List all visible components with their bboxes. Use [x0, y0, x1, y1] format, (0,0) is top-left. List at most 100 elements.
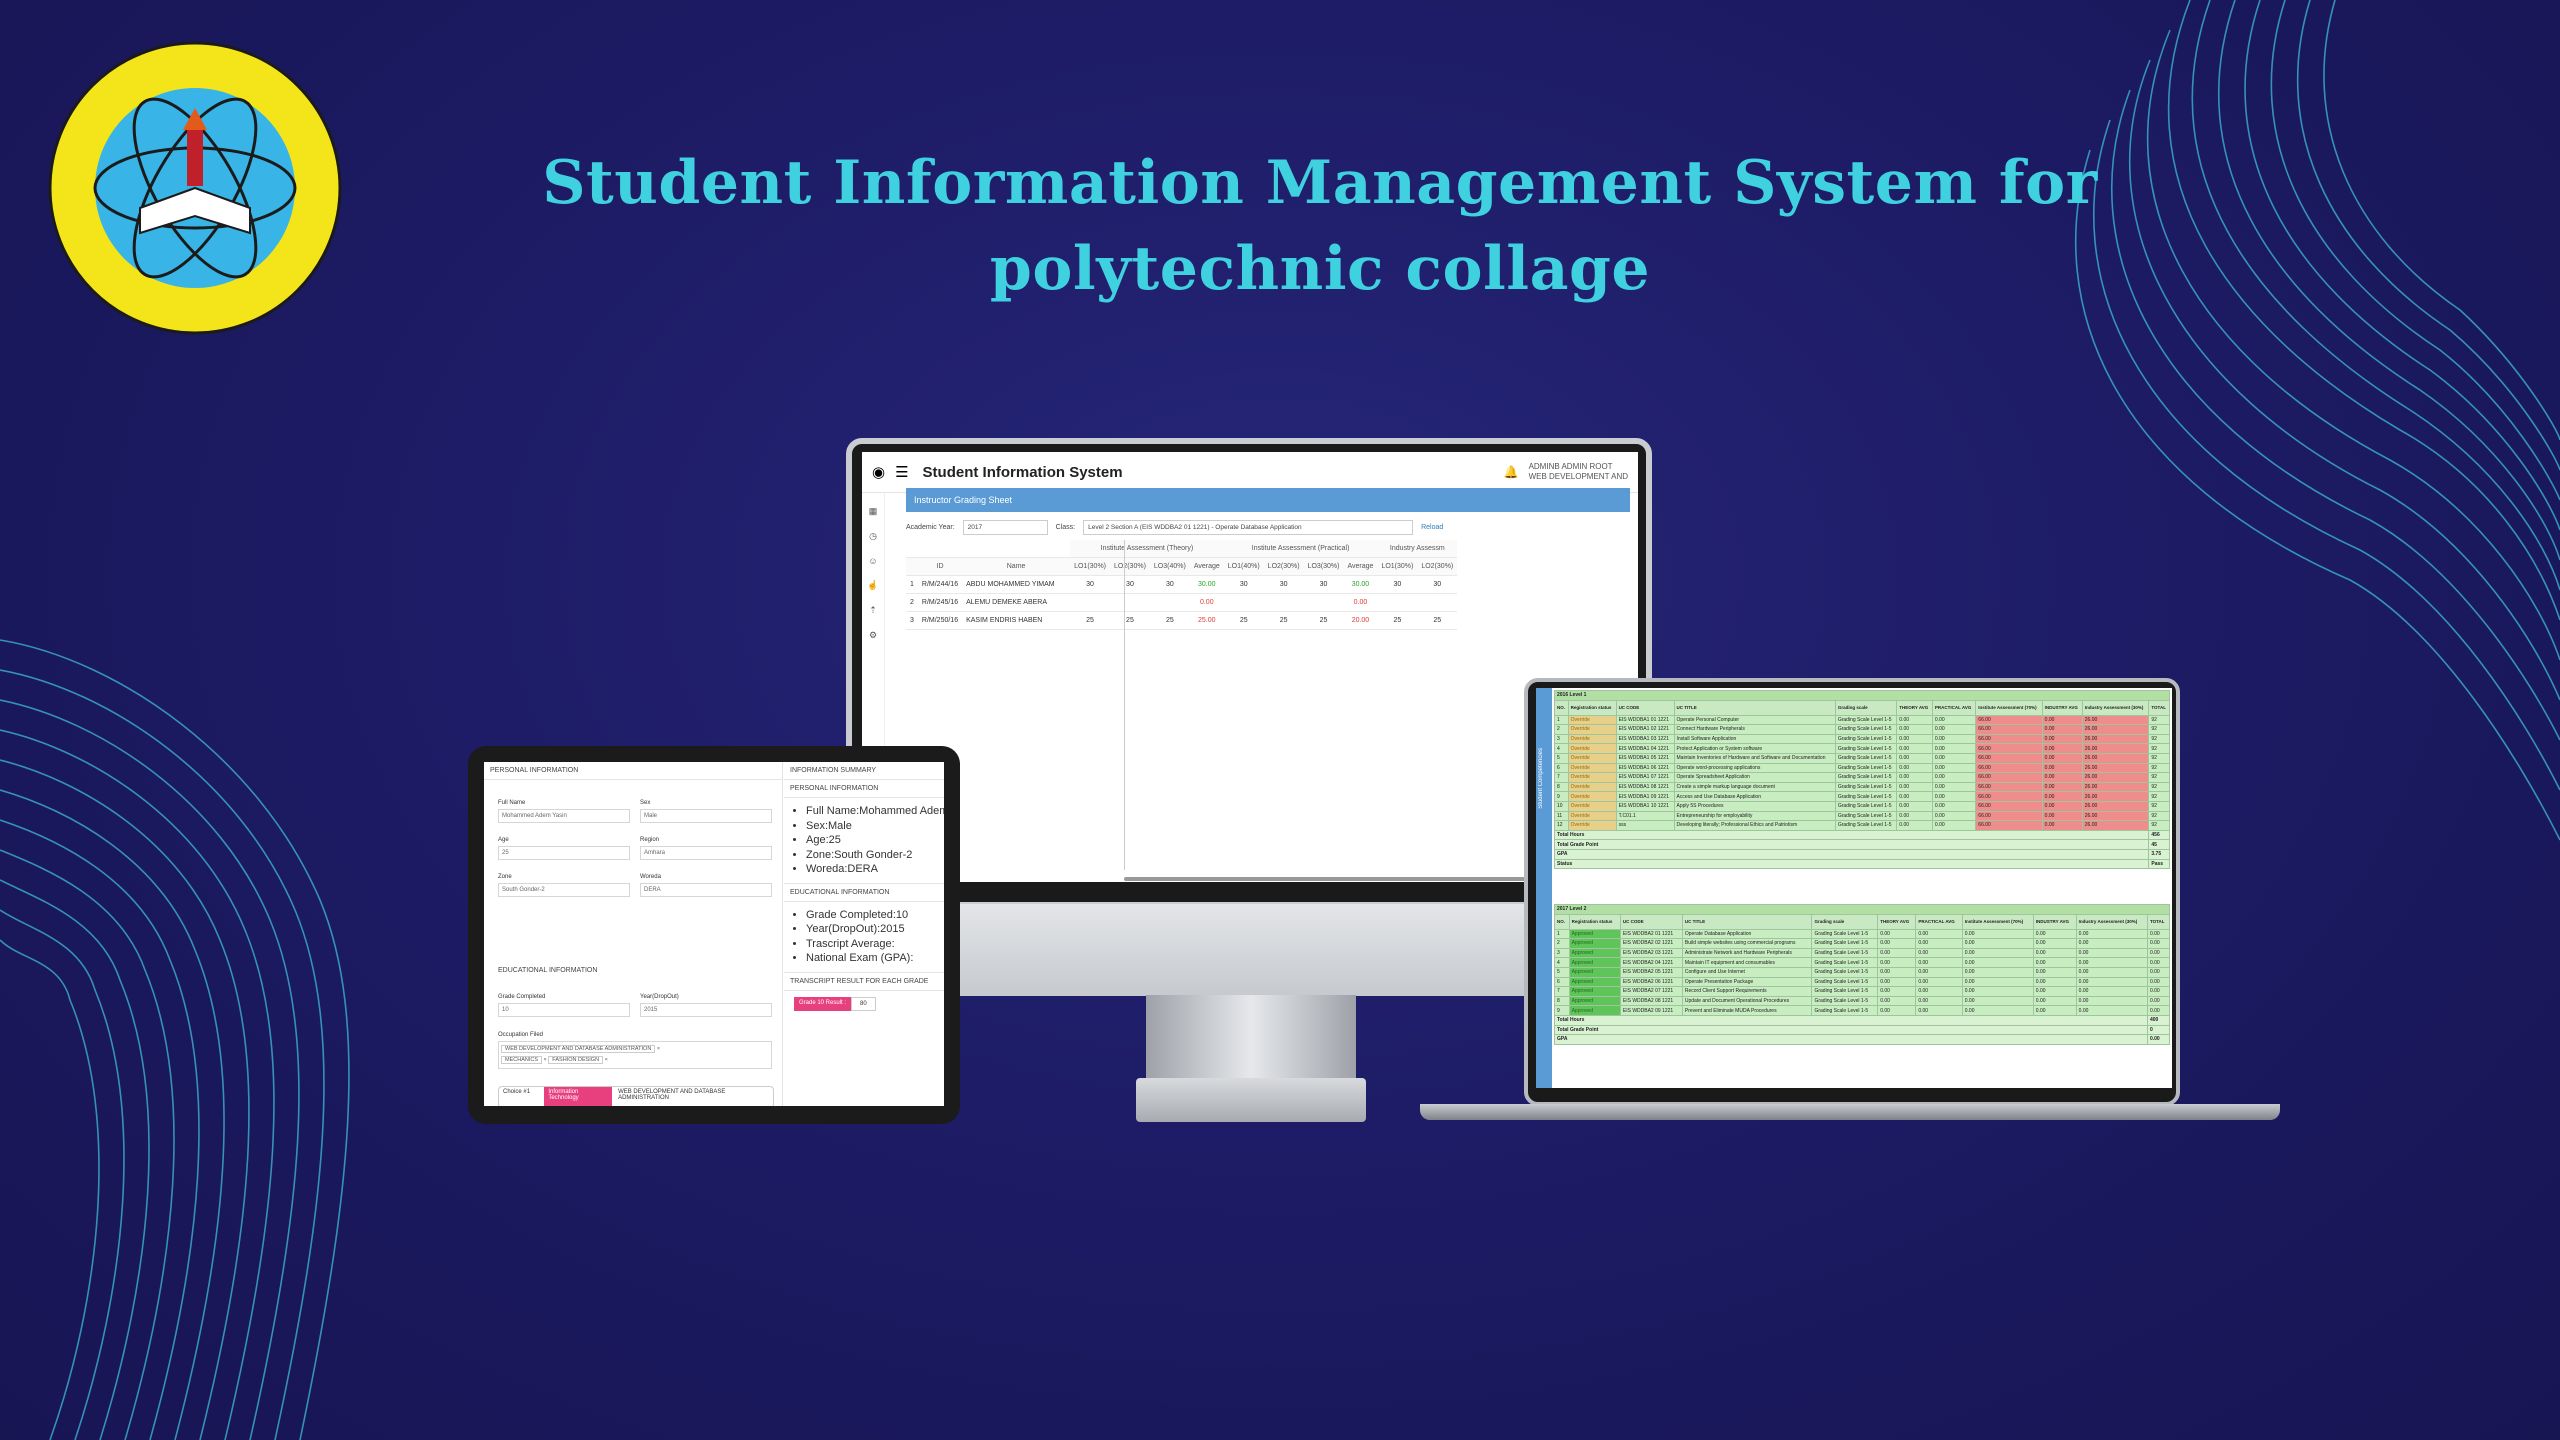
tag-remove-icon[interactable]: × [657, 1046, 660, 1052]
grade-cell[interactable]: 25 [1070, 611, 1110, 630]
column-header[interactable]: LO1(40%) [1223, 557, 1264, 576]
competency-row[interactable]: 3 Override EIS WDDBA1 03 1221 Install Softw… [1554, 733, 2170, 745]
choice-value[interactable]: WEB DEVELOPMENT AND DATABASE ADMINISTRAT… [612, 1087, 773, 1106]
woreda-select[interactable]: DERA [640, 883, 772, 897]
tag-remove-icon[interactable]: × [605, 1057, 608, 1063]
zone-select[interactable]: South Gonder-2 [498, 883, 630, 897]
student-grade-row[interactable]: 1 R/M/244/16 ABDU MOHAMMED YIMAM 30 30 30 30.0… [906, 575, 1458, 594]
grade-cell[interactable] [1303, 593, 1344, 612]
personal-info-heading: PERSONAL INFORMATION [484, 762, 782, 780]
column-header[interactable]: LO2(30%) [1263, 557, 1304, 576]
column-header[interactable]: Average [1189, 557, 1224, 576]
competency-row[interactable]: 10 Override EIS WDDBA1 10 1221 Apply 5S Pro… [1554, 800, 2170, 812]
sex-label: Sex [640, 800, 651, 806]
grade-cell[interactable] [1263, 593, 1304, 612]
occupation-tag[interactable]: MECHANICS [501, 1056, 543, 1064]
grade-cell[interactable]: 30 [1377, 575, 1418, 594]
grade-completed-select[interactable]: 10 [498, 1003, 630, 1017]
notification-bell-icon[interactable]: 🔔 [1504, 465, 1519, 479]
competency-row[interactable]: 2 Override EIS WDDBA1 02 1221 Connect Hardw… [1554, 724, 2170, 735]
sex-select[interactable]: Male [640, 809, 772, 823]
menu-icon[interactable]: ☰ [895, 463, 908, 481]
column-header[interactable]: LO2(30%) [1417, 557, 1458, 576]
column-header[interactable]: Average [1343, 557, 1378, 576]
competency-row[interactable]: 9 Override EIS WDDBA1 09 1221 Access and Us… [1554, 791, 2170, 802]
column-header[interactable]: LO1(30%) [1377, 557, 1418, 576]
grade10-value[interactable]: 80 [851, 996, 876, 1011]
clock-icon[interactable]: ◷ [862, 531, 884, 542]
full-name-field[interactable]: Mohammed Adem Yasin [498, 809, 630, 823]
header-row: NO. Registration status UC CODE UC TITLE Gra… [1554, 913, 2171, 930]
occupation-tag[interactable]: WEB DEVELOPMENT AND DATABASE ADMINISTRAT… [501, 1045, 656, 1053]
industry-assessment: 0.00 [2075, 938, 2148, 949]
age-field[interactable]: 25 [498, 846, 630, 860]
competency-row[interactable]: 3 Approved EIS WDDBA2 03 1221 Administrate … [1554, 947, 2171, 959]
grade-cell[interactable]: 30 [1417, 575, 1458, 594]
competency-row[interactable]: 4 Approved EIS WDDBA2 04 1221 Maintain IT e… [1554, 957, 2171, 968]
occupation-tag[interactable]: FASHION DESIGN [548, 1056, 604, 1064]
competency-row[interactable]: 1 Override EIS WDDBA1 01 1221 Operate Perso… [1554, 714, 2170, 726]
grade-cell[interactable] [1149, 593, 1190, 612]
grade-cell[interactable] [1417, 593, 1458, 612]
grade-cell[interactable]: 25 [1303, 611, 1344, 630]
year-dropout-select[interactable]: 2015 [640, 1003, 772, 1017]
grade-cell[interactable] [1070, 593, 1110, 612]
column-header[interactable]: Name [962, 557, 1071, 576]
column-header[interactable]: ID [917, 557, 963, 576]
total: 0.00 [2146, 986, 2171, 997]
grade-cell[interactable]: 30 [1070, 575, 1110, 594]
industry-avg: 0.00 [2032, 928, 2077, 940]
grade-cell[interactable]: 30 [1263, 575, 1304, 594]
grade-cell[interactable] [1110, 593, 1150, 612]
competency-row[interactable]: 12 Override sss Developing literally; Profe… [1554, 820, 2170, 831]
competency-row[interactable]: 4 Override EIS WDDBA1 04 1221 Protect Appli… [1554, 743, 2170, 754]
column-header[interactable]: LO3(30%) [1303, 557, 1344, 576]
competency-row[interactable]: 6 Override EIS WDDBA1 06 1221 Operate word-… [1554, 762, 2170, 774]
users-icon[interactable]: ☺ [862, 556, 884, 566]
grade-cell[interactable]: 30 [1110, 575, 1150, 594]
grade-cell[interactable]: 30 [1223, 575, 1264, 594]
grade-cell[interactable]: 30 [1149, 575, 1190, 594]
academic-year-select[interactable]: 2017 [962, 519, 1048, 535]
reload-button[interactable]: Reload [1421, 524, 1443, 531]
competency-row[interactable]: 8 Approved EIS WDDBA2 08 1221 Update and Do… [1554, 995, 2171, 1007]
tag-remove-icon[interactable]: × [544, 1057, 547, 1063]
row-number: 2 [1554, 724, 1569, 735]
column-header[interactable]: LO1(30%) [1070, 557, 1110, 576]
competency-row[interactable]: 2 Approved EIS WDDBA2 02 1221 Build simple … [1554, 938, 2171, 949]
settings-icon[interactable]: ⚙ [862, 630, 884, 641]
grade-cell[interactable]: 25 [1223, 611, 1264, 630]
competency-row[interactable]: 7 Approved EIS WDDBA2 07 1221 Record Client… [1554, 986, 2171, 997]
grade-cell[interactable]: 25 [1377, 611, 1418, 630]
summary-row: GPA 0.00 [1554, 1034, 2171, 1045]
competency-row[interactable]: 7 Override EIS WDDBA1 07 1221 Operate Sprea… [1554, 772, 2170, 783]
competency-row[interactable]: 8 Override EIS WDDBA1 08 1221 Create a simp… [1554, 781, 2170, 793]
competency-row[interactable]: 11 Override T.C01.1 Entrepreneurship for em… [1554, 810, 2170, 822]
region-select[interactable]: Amhara [640, 846, 772, 860]
dashboard-icon[interactable]: ▦ [862, 506, 884, 517]
grade-cell[interactable]: 25 [1417, 611, 1458, 630]
competency-row[interactable]: 9 Approved EIS WDDBA2 09 1221 Prevent and E… [1554, 1005, 2171, 1016]
column-header[interactable]: LO3(40%) [1149, 557, 1190, 576]
user-info[interactable]: ADMINB ADMIN ROOT WEB DEVELOPMENT AND [1529, 462, 1628, 482]
student-grade-row[interactable]: 2 R/M/245/16 ALEMU DEMEKE ABERA 0.00 0.00 [906, 593, 1458, 612]
grade-cell[interactable]: 25 [1110, 611, 1150, 630]
theory-avg: 0.00 [1896, 800, 1933, 812]
grade-cell[interactable]: 25 [1149, 611, 1190, 630]
occupation-multiselect[interactable]: WEB DEVELOPMENT AND DATABASE ADMINISTRAT… [498, 1041, 772, 1069]
class-select[interactable]: Level 2 Section A (EIS WDDBA2 01 1221) -… [1083, 519, 1414, 535]
student-grade-row[interactable]: 3 R/M/250/16 KASIM ENDRIS HABEN 25 25 25 25.00… [906, 611, 1458, 630]
upload-icon[interactable]: ⇡ [862, 605, 884, 616]
grade-cell[interactable] [1223, 593, 1264, 612]
competency-row[interactable]: 5 Override EIS WDDBA1 05 1221 Maintain Inve… [1554, 752, 2170, 764]
column-header[interactable]: LO2(30%) [1110, 557, 1150, 576]
grade-cell[interactable] [1377, 593, 1418, 612]
grade-cell[interactable]: 25 [1263, 611, 1304, 630]
competency-row[interactable]: 1 Approved EIS WDDBA2 01 1221 Operate Datab… [1554, 928, 2171, 940]
thumbs-up-icon[interactable]: ☝ [862, 580, 884, 591]
horizontal-scrollbar[interactable] [1124, 877, 1584, 881]
competency-row[interactable]: 6 Approved EIS WDDBA2 06 1221 Operate Prese… [1554, 976, 2171, 988]
grading-scale: Grading Scale Level 1-5 [1811, 928, 1879, 940]
grade-cell[interactable]: 30 [1303, 575, 1344, 594]
competency-row[interactable]: 5 Approved EIS WDDBA2 05 1221 Configure and… [1554, 966, 2171, 978]
